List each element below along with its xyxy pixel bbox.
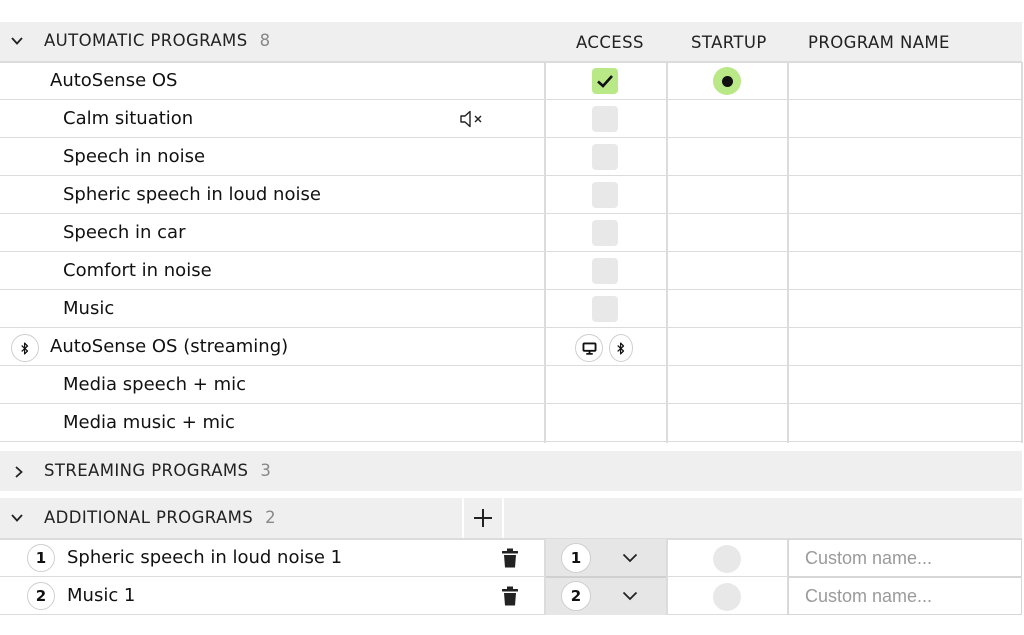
access-checkbox[interactable]	[592, 68, 618, 94]
additional-row-label: Spheric speech in loud noise 1	[67, 547, 343, 568]
additional-programs-title: ADDITIONAL PROGRAMS	[44, 508, 254, 527]
row-label: Calm situation	[63, 108, 194, 129]
access-checkbox[interactable]	[592, 144, 618, 170]
row-label: Speech in car	[63, 222, 186, 243]
access-checkbox[interactable]	[592, 182, 618, 208]
additional-row-label: Music 1	[67, 585, 136, 606]
chevron-down-icon	[622, 553, 638, 563]
column-divider	[666, 539, 668, 615]
bluetooth-icon	[617, 341, 625, 355]
table-row[interactable]	[0, 290, 1022, 328]
column-divider	[544, 539, 546, 615]
automatic-title-wrap: AUTOMATIC PROGRAMS 8	[44, 31, 270, 50]
column-header-program-name: PROGRAM NAME	[808, 33, 950, 52]
plus-icon	[474, 509, 492, 527]
program-index-badge: 2	[27, 582, 55, 610]
custom-name-input[interactable]	[788, 539, 1022, 577]
program-index-badge: 1	[27, 544, 55, 572]
access-checkbox[interactable]	[592, 258, 618, 284]
program-slot-select[interactable]: 1	[561, 539, 661, 577]
row-label: Media music + mic	[63, 412, 235, 433]
column-header-startup: STARTUP	[691, 33, 767, 52]
row-label: Comfort in noise	[63, 260, 212, 281]
check-icon	[597, 75, 613, 88]
automatic-programs-title: AUTOMATIC PROGRAMS	[44, 31, 248, 50]
additional-programs-count: 2	[265, 508, 276, 527]
select-value: 1	[561, 543, 591, 573]
row-label-autosense-streaming: AutoSense OS (streaming)	[50, 336, 289, 357]
row-label: Music	[63, 298, 115, 319]
additional-collapse-toggle[interactable]	[10, 510, 24, 529]
custom-name-input[interactable]	[788, 577, 1022, 615]
access-checkbox[interactable]	[592, 106, 618, 132]
select-value: 2	[561, 581, 591, 611]
startup-radio-selected[interactable]	[713, 67, 741, 95]
streaming-programs-count: 3	[260, 461, 271, 480]
streaming-title-wrap: STREAMING PROGRAMS 3	[44, 461, 271, 480]
speaker-mute-icon	[460, 110, 482, 128]
trash-icon[interactable]	[501, 586, 519, 606]
row-label: Media speech + mic	[63, 374, 246, 395]
column-header-access: ACCESS	[576, 33, 644, 52]
trash-icon[interactable]	[501, 548, 519, 568]
bluetooth-icon	[21, 341, 29, 355]
automatic-collapse-toggle[interactable]	[10, 33, 24, 52]
bluetooth-streaming-badge	[609, 334, 633, 362]
startup-radio[interactable]	[713, 583, 741, 611]
add-program-button[interactable]	[462, 498, 504, 538]
chevron-down-icon	[622, 591, 638, 601]
column-divider	[544, 62, 546, 443]
tv-streaming-badge	[575, 334, 603, 362]
row-label: Speech in noise	[63, 146, 206, 167]
program-slot-select[interactable]: 2	[561, 577, 661, 615]
table-right-border	[1021, 62, 1023, 443]
streaming-programs-title: STREAMING PROGRAMS	[44, 461, 249, 480]
chevron-right-icon	[15, 466, 23, 478]
access-checkbox[interactable]	[592, 220, 618, 246]
column-divider	[787, 62, 789, 443]
column-divider	[666, 62, 668, 443]
chevron-down-icon	[11, 37, 23, 45]
bluetooth-badge	[11, 334, 39, 362]
tv-icon	[582, 341, 596, 355]
access-checkbox[interactable]	[592, 296, 618, 322]
automatic-programs-count: 8	[259, 31, 271, 50]
chevron-down-icon	[11, 514, 23, 522]
additional-title-wrap: ADDITIONAL PROGRAMS 2	[44, 508, 276, 527]
row-label: Spheric speech in loud noise	[63, 184, 321, 205]
startup-radio[interactable]	[713, 545, 741, 573]
streaming-expand-toggle[interactable]	[12, 464, 26, 483]
row-label-autosense-os: AutoSense OS	[50, 70, 178, 91]
